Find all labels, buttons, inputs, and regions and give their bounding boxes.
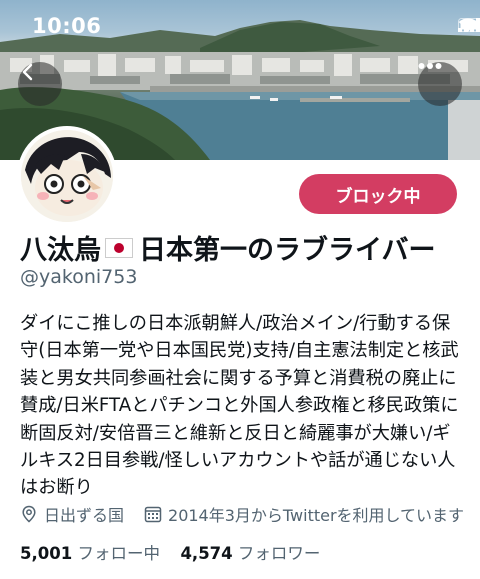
joined-date-text: 2014年3月からTwitterを利用しています [168, 506, 465, 525]
following-count: 5,001 [20, 544, 73, 563]
status-time: 10:06 [32, 14, 102, 38]
more-options-button[interactable] [418, 62, 462, 106]
display-name-part-2: 日本第一のラブライバー [139, 235, 436, 266]
flag-japan-icon [105, 237, 133, 258]
followers-count: 4,574 [180, 544, 233, 563]
calendar-icon [144, 505, 162, 523]
avatar-character-image [21, 130, 113, 222]
followers-label: フォロワー [237, 544, 321, 563]
profile-meta: 日出ずる国 2014年3月からTwitterを利用しています [20, 502, 464, 526]
display-name-part-1: 八汰烏 [20, 235, 101, 266]
battery-icon [458, 18, 480, 32]
status-bar: 10:06 [0, 0, 480, 58]
username-handle: @yakoni753 [20, 266, 138, 288]
back-arrow-icon [22, 63, 33, 81]
avatar[interactable] [17, 126, 117, 226]
follow-stats: 5,001 フォロー中 4,574 フォロワー [20, 540, 320, 564]
more-icon [418, 63, 442, 69]
following-link[interactable]: 5,001 フォロー中 [20, 544, 165, 563]
back-button[interactable] [18, 62, 62, 106]
following-label: フォロー中 [77, 544, 160, 563]
location-icon [20, 505, 38, 523]
display-name: 八汰烏 日本第一のラブライバー [20, 228, 435, 267]
blocked-button[interactable]: ブロック中 [299, 174, 457, 214]
followers-link[interactable]: 4,574 フォロワー [180, 544, 320, 563]
profile-bio: ダイにこ推しの日本派朝鮮人/政治メイン/行動する保守(日本第一党や日本国民党)支… [20, 313, 459, 499]
location-text: 日出ずる国 [44, 506, 125, 525]
